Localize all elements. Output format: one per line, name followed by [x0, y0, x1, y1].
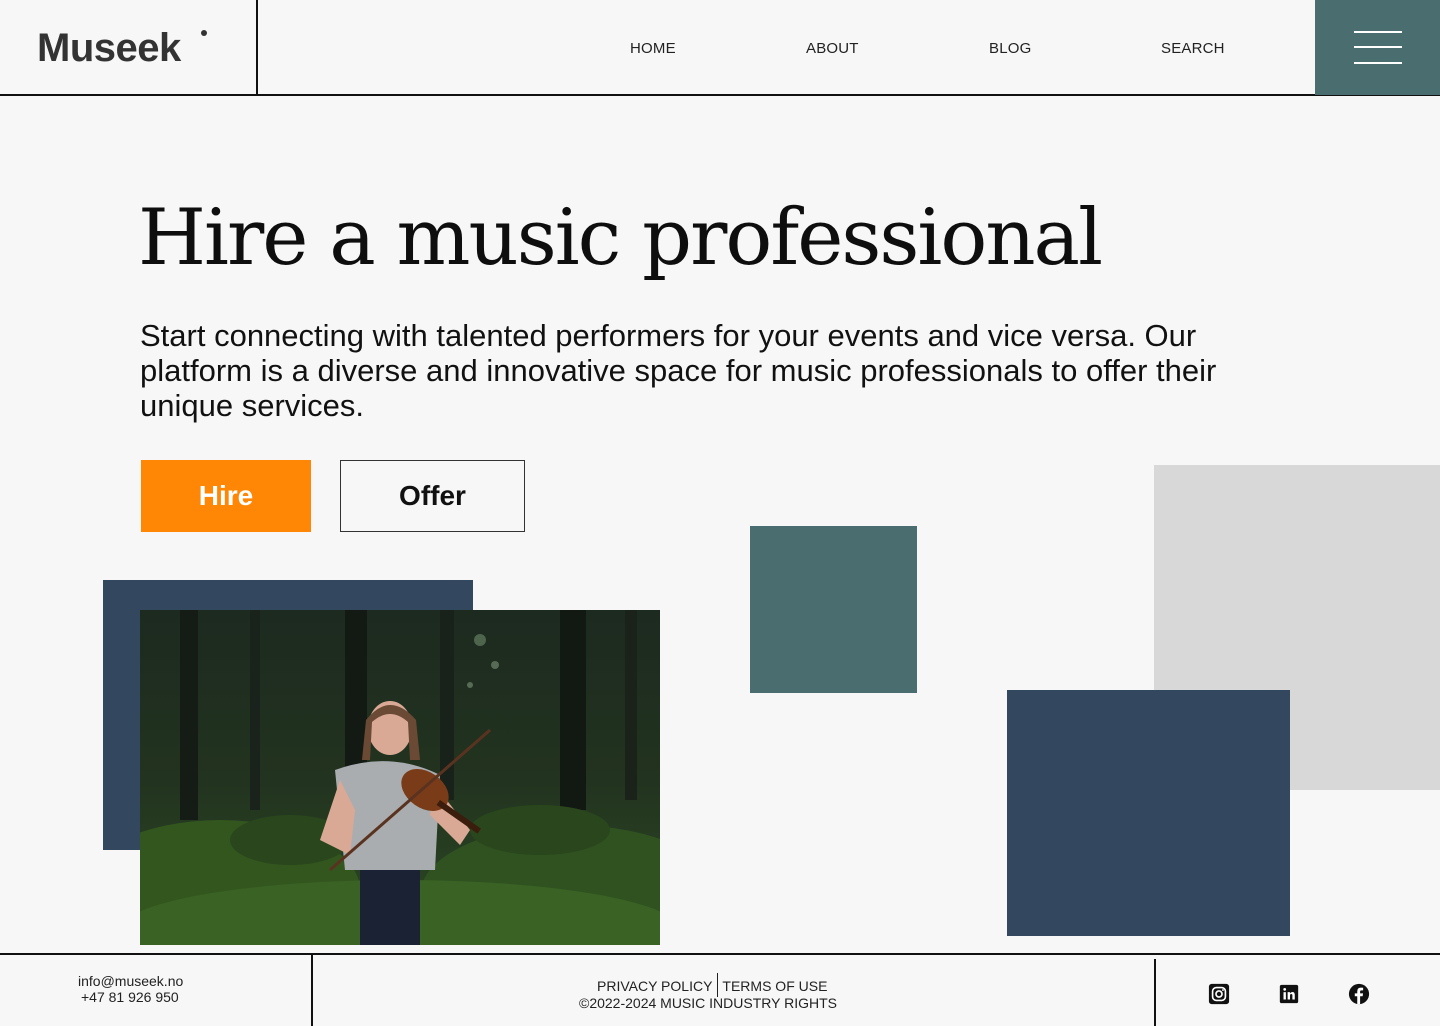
facebook-icon[interactable]: [1348, 983, 1370, 1005]
nav-home[interactable]: HOME: [630, 40, 676, 57]
footer-link-separator: [717, 973, 719, 997]
footer-phone[interactable]: +47 81 926 950: [81, 989, 183, 1005]
offer-button[interactable]: Offer: [340, 460, 525, 532]
hamburger-menu-button[interactable]: [1315, 0, 1440, 95]
site-footer: info@museek.no +47 81 926 950 PRIVACY PO…: [0, 953, 1440, 1026]
nav-about[interactable]: ABOUT: [806, 40, 859, 57]
footer-contact: info@museek.no +47 81 926 950: [78, 973, 183, 1005]
teal-square-block: [750, 526, 917, 693]
site-header: Museek HOME ABOUT BLOG SEARCH: [0, 0, 1440, 96]
hero-subtitle: Start connecting with talented performer…: [140, 318, 1217, 423]
terms-of-use-link[interactable]: TERMS OF USE: [722, 978, 827, 994]
linkedin-icon[interactable]: [1278, 983, 1300, 1005]
footer-copyright: ©2022-2024 MUSIC INDUSTRY RIGHTS: [579, 995, 837, 1011]
logo-cell: Museek: [0, 0, 258, 96]
instagram-icon[interactable]: [1208, 983, 1230, 1005]
nav-blog[interactable]: BLOG: [989, 40, 1031, 57]
footer-divider: [311, 955, 313, 1026]
logo-dot: [201, 30, 207, 36]
footer-email[interactable]: info@museek.no: [78, 973, 183, 989]
footer-divider: [1154, 959, 1156, 1026]
nav-search[interactable]: SEARCH: [1161, 40, 1225, 57]
navy-block: [1007, 690, 1290, 936]
logo[interactable]: Museek: [37, 26, 181, 71]
violinist-photo: [140, 610, 660, 945]
footer-links: PRIVACY POLICY TERMS OF USE: [597, 973, 827, 997]
hero-title: Hire a music professional: [138, 193, 1103, 283]
privacy-policy-link[interactable]: PRIVACY POLICY: [597, 978, 712, 994]
hire-button[interactable]: Hire: [141, 460, 311, 532]
